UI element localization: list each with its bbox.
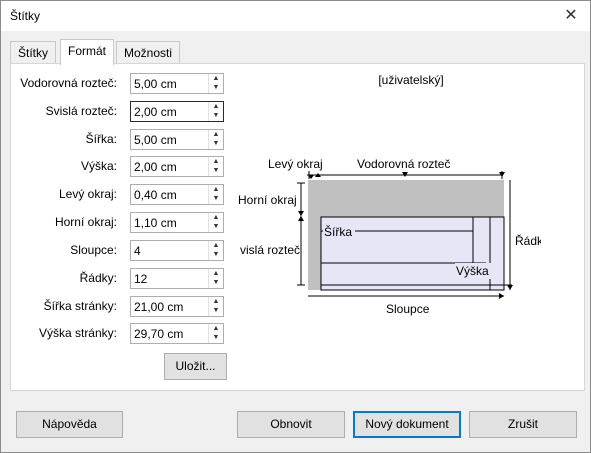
spinbox-value[interactable]: 2,00 cm: [134, 105, 177, 119]
spin-down-icon[interactable]: ▼: [209, 222, 223, 231]
spin-up-icon[interactable]: ▲: [209, 102, 223, 111]
reset-button[interactable]: Obnovit: [237, 411, 345, 438]
spin-down-icon[interactable]: ▼: [209, 83, 223, 92]
field-label: Výška stránky:: [38, 326, 117, 340]
spinbox-value[interactable]: 1,10 cm: [134, 216, 177, 230]
spin-buttons[interactable]: ▲ ▼: [208, 130, 223, 149]
preview-left-margin-label: Levý okraj: [268, 157, 323, 171]
spinbox-value[interactable]: 12: [134, 272, 147, 286]
field-label: Sloupce:: [70, 243, 117, 257]
label-preview-diagram: Levý okraj Vodorovná rozteč Horní okraj …: [238, 157, 541, 316]
spin-up-icon[interactable]: ▲: [209, 185, 223, 194]
spin-down-icon[interactable]: ▼: [209, 333, 223, 342]
spin-buttons[interactable]: ▲ ▼: [208, 213, 223, 232]
spin-up-icon[interactable]: ▲: [209, 74, 223, 83]
spinbox-value[interactable]: 5,00 cm: [134, 77, 177, 91]
spinbox-value[interactable]: 2,00 cm: [134, 160, 177, 174]
spinbox-value[interactable]: 4: [134, 244, 141, 258]
value-spinbox[interactable]: 5,00 cm ▲ ▼: [130, 73, 224, 94]
preview-vertical-pitch-label: vislá rozteč: [240, 243, 300, 257]
spin-up-icon[interactable]: ▲: [209, 269, 223, 278]
field-label: Vodorovná rozteč:: [20, 76, 117, 90]
preview-rows-label: Řádky: [515, 233, 541, 248]
preview-top-margin-label: Horní okraj: [238, 193, 297, 207]
close-icon[interactable]: ✕: [560, 5, 582, 27]
value-spinbox[interactable]: 2,00 cm ▲ ▼: [130, 101, 224, 122]
value-spinbox[interactable]: 12 ▲ ▼: [130, 268, 224, 289]
tab-format[interactable]: Formát: [60, 39, 115, 65]
tab-labels[interactable]: Štítky: [10, 41, 57, 64]
field-label: Levý okraj:: [58, 187, 117, 201]
preview-width-label: Šířka: [324, 224, 352, 239]
spin-down-icon[interactable]: ▼: [209, 194, 223, 203]
spin-down-icon[interactable]: ▼: [209, 250, 223, 259]
title-bar: Štítky ✕: [1, 1, 590, 31]
spinbox-value[interactable]: 29,70 cm: [134, 327, 183, 341]
spin-up-icon[interactable]: ▲: [209, 213, 223, 222]
spin-buttons[interactable]: ▲ ▼: [208, 74, 223, 93]
spin-down-icon[interactable]: ▼: [209, 166, 223, 175]
spinbox-value[interactable]: 5,00 cm: [134, 133, 177, 147]
new-document-button[interactable]: Nový dokument: [353, 411, 461, 438]
save-button[interactable]: Uložit...: [164, 353, 227, 380]
labels-dialog: Štítky ✕ Štítky Formát Možnosti Vodorovn…: [0, 0, 591, 453]
spin-up-icon[interactable]: ▲: [209, 130, 223, 139]
spin-buttons[interactable]: ▲ ▼: [208, 102, 223, 121]
spinbox-value[interactable]: 21,00 cm: [134, 300, 183, 314]
field-label: Výška:: [80, 159, 117, 173]
spin-down-icon[interactable]: ▼: [209, 306, 223, 315]
preview-horizontal-pitch-label: Vodorovná rozteč: [357, 157, 450, 171]
format-name: [uživatelský]: [378, 73, 444, 87]
help-button[interactable]: Nápověda: [16, 411, 123, 438]
tab-options[interactable]: Možnosti: [116, 41, 181, 64]
spin-buttons[interactable]: ▲ ▼: [208, 297, 223, 316]
spin-up-icon[interactable]: ▲: [209, 157, 223, 166]
value-spinbox[interactable]: 2,00 cm ▲ ▼: [130, 156, 224, 177]
value-spinbox[interactable]: 21,00 cm ▲ ▼: [130, 296, 224, 317]
value-spinbox[interactable]: 29,70 cm ▲ ▼: [130, 323, 224, 344]
field-label: Svislá rozteč:: [45, 104, 117, 118]
spin-buttons[interactable]: ▲ ▼: [208, 269, 223, 288]
spin-up-icon[interactable]: ▲: [209, 324, 223, 333]
value-spinbox[interactable]: 4 ▲ ▼: [130, 240, 224, 261]
spin-buttons[interactable]: ▲ ▼: [208, 324, 223, 343]
preview-columns-label: Sloupce: [386, 302, 430, 316]
spin-buttons[interactable]: ▲ ▼: [208, 185, 223, 204]
spin-up-icon[interactable]: ▲: [209, 297, 223, 306]
spinbox-value[interactable]: 0,40 cm: [134, 188, 177, 202]
spin-down-icon[interactable]: ▼: [209, 111, 223, 120]
value-spinbox[interactable]: 1,10 cm ▲ ▼: [130, 212, 224, 233]
spin-down-icon[interactable]: ▼: [209, 278, 223, 287]
spin-buttons[interactable]: ▲ ▼: [208, 241, 223, 260]
preview-height-label: Výška: [456, 264, 489, 278]
spin-down-icon[interactable]: ▼: [209, 139, 223, 148]
dialog-title: Štítky: [10, 9, 41, 23]
cancel-button[interactable]: Zrušit: [469, 411, 577, 438]
value-spinbox[interactable]: 5,00 cm ▲ ▼: [130, 129, 224, 150]
field-label: Horní okraj:: [54, 215, 117, 229]
spin-buttons[interactable]: ▲ ▼: [208, 157, 223, 176]
value-spinbox[interactable]: 0,40 cm ▲ ▼: [130, 184, 224, 205]
spin-up-icon[interactable]: ▲: [209, 241, 223, 250]
field-label: Šířka:: [85, 132, 117, 146]
field-label: Šířka stránky:: [43, 299, 117, 313]
field-label: Řádky:: [79, 271, 117, 285]
